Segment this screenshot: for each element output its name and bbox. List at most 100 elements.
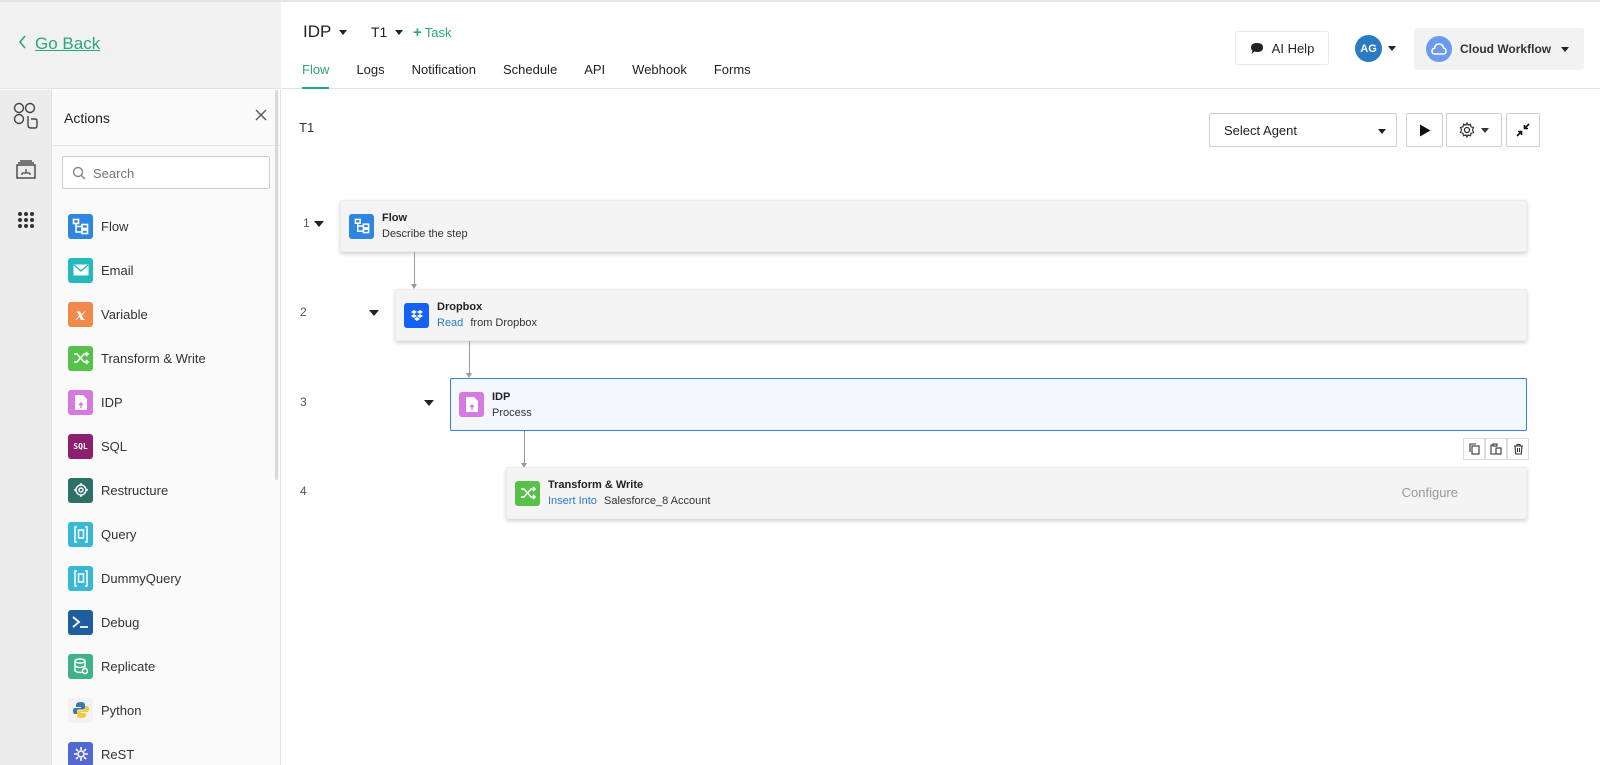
back-area: Go Back: [0, 2, 281, 89]
action-label: Debug: [101, 614, 140, 630]
user-menu[interactable]: AG: [1355, 35, 1396, 62]
email-icon: [68, 257, 93, 283]
settings-dropdown[interactable]: [1446, 113, 1502, 147]
query-icon: [68, 521, 93, 547]
top-header: IDP T1 + Task Flow Logs Notification Sch…: [282, 2, 1600, 89]
configure-button[interactable]: Configure: [1402, 485, 1458, 500]
tree-rail-icon[interactable]: [10, 154, 42, 186]
step-card-transform-write[interactable]: Transform & Write Insert Into Salesforce…: [506, 467, 1527, 519]
tab-schedule[interactable]: Schedule: [503, 62, 557, 89]
step-title: Dropbox: [437, 301, 483, 313]
step-card-idp[interactable]: IDP Process: [450, 378, 1527, 431]
agent-select[interactable]: Select Agent: [1209, 113, 1397, 147]
action-item-query[interactable]: Query: [68, 512, 206, 556]
action-item-email[interactable]: Email: [68, 248, 206, 292]
idp-icon: [68, 389, 93, 415]
chat-bubble-icon: [1250, 42, 1263, 54]
tab-api[interactable]: API: [584, 62, 605, 89]
step-toggle-icon[interactable]: [314, 221, 324, 227]
step-toggle-icon[interactable]: [424, 400, 434, 406]
close-icon[interactable]: [254, 108, 270, 124]
actions-panel-title: Actions: [64, 110, 110, 126]
action-label: IDP: [101, 394, 123, 410]
search-box: [62, 156, 270, 189]
add-task-button[interactable]: + Task: [413, 24, 452, 41]
actions-panel: Actions Flow Email: [52, 90, 281, 765]
workspace-label: Cloud Workflow: [1460, 42, 1552, 56]
run-button[interactable]: [1406, 113, 1443, 147]
action-item-rest[interactable]: ReST: [68, 732, 206, 765]
tab-webhook[interactable]: Webhook: [632, 62, 687, 89]
python-icon: [68, 697, 93, 723]
action-item-sql[interactable]: SQL SQL: [68, 424, 206, 468]
step-title: IDP: [492, 390, 511, 403]
step-card-dropbox[interactable]: Dropbox Read from Dropbox: [395, 289, 1527, 341]
go-back-label: Go Back: [35, 34, 101, 53]
caret-down-icon: [1378, 129, 1386, 134]
paste-button[interactable]: [1485, 438, 1507, 460]
collapse-icon: [1516, 123, 1530, 137]
tab-logs[interactable]: Logs: [356, 62, 384, 89]
step-number: 1: [303, 216, 310, 230]
action-item-flow[interactable]: Flow: [68, 204, 206, 248]
workspace-selector[interactable]: Cloud Workflow: [1414, 28, 1584, 70]
action-item-variable[interactable]: x Variable: [68, 292, 206, 336]
actions-list: Flow Email x Variable Transform & Write: [68, 204, 206, 765]
action-label: Restructure: [101, 482, 169, 498]
connector-arrow: [411, 252, 417, 289]
caret-down-icon: [395, 29, 404, 35]
panel-scrollbar[interactable]: [275, 90, 278, 480]
dropbox-icon: [404, 302, 429, 328]
step-title: Flow: [382, 212, 408, 224]
apps-grid-icon[interactable]: [10, 204, 42, 236]
action-item-idp[interactable]: IDP: [68, 380, 206, 424]
search-input[interactable]: [93, 163, 263, 183]
caret-down-icon: [1481, 127, 1489, 133]
agent-select-label: Select Agent: [1224, 122, 1297, 138]
action-item-transform-write[interactable]: Transform & Write: [68, 336, 206, 380]
project-title-dropdown[interactable]: IDP: [303, 22, 348, 42]
variable-icon: x: [68, 301, 93, 327]
gear-icon: [1459, 122, 1475, 138]
action-label: Python: [101, 702, 142, 718]
go-back-link[interactable]: Go Back: [18, 34, 100, 54]
step-card-flow[interactable]: Flow Describe the step: [340, 200, 1527, 252]
action-item-dummyquery[interactable]: DummyQuery: [68, 556, 206, 600]
transform-icon: [68, 345, 93, 371]
action-label: Flow: [101, 218, 129, 234]
copy-button[interactable]: [1463, 438, 1485, 460]
step-subtitle: Salesforce_8 Account: [603, 495, 711, 507]
action-label: DummyQuery: [101, 570, 182, 586]
app-root: Go Back Actions Search Flow Email x Vari…: [0, 0, 1600, 765]
chevron-left-icon: [18, 34, 27, 54]
task-selector-dropdown[interactable]: T1: [371, 24, 404, 40]
action-item-python[interactable]: Python: [68, 688, 206, 732]
tab-notification[interactable]: Notification: [412, 62, 476, 89]
action-label: Transform & Write: [101, 350, 206, 366]
delete-button[interactable]: [1507, 438, 1529, 460]
plus-icon: +: [413, 24, 422, 41]
connector-arrow: [466, 341, 472, 378]
collapse-button[interactable]: [1506, 113, 1540, 147]
action-label: Email: [101, 262, 134, 278]
tab-forms[interactable]: Forms: [714, 62, 751, 89]
tab-flow[interactable]: Flow: [302, 62, 330, 89]
sql-icon: SQL: [68, 433, 93, 459]
actions-panel-header: Actions: [52, 90, 280, 146]
icon-rail: [0, 90, 52, 765]
idp-icon: [459, 392, 484, 417]
ai-help-button[interactable]: AI Help: [1235, 31, 1329, 65]
step-operation-link[interactable]: Insert Into: [548, 495, 597, 507]
step-toggle-icon[interactable]: [369, 310, 379, 316]
step-title: Transform & Write: [548, 479, 644, 491]
step-number: 3: [300, 395, 307, 409]
action-item-debug[interactable]: Debug: [68, 600, 206, 644]
caret-down-icon: [339, 29, 348, 35]
action-item-restructure[interactable]: Restructure: [68, 468, 206, 512]
actions-rail-icon[interactable]: [10, 100, 42, 132]
step-number: 4: [300, 484, 307, 498]
action-item-replicate[interactable]: Replicate: [68, 644, 206, 688]
replicate-icon: [68, 653, 93, 679]
flow-icon: [68, 213, 93, 239]
step-operation-link[interactable]: Read: [437, 317, 463, 329]
